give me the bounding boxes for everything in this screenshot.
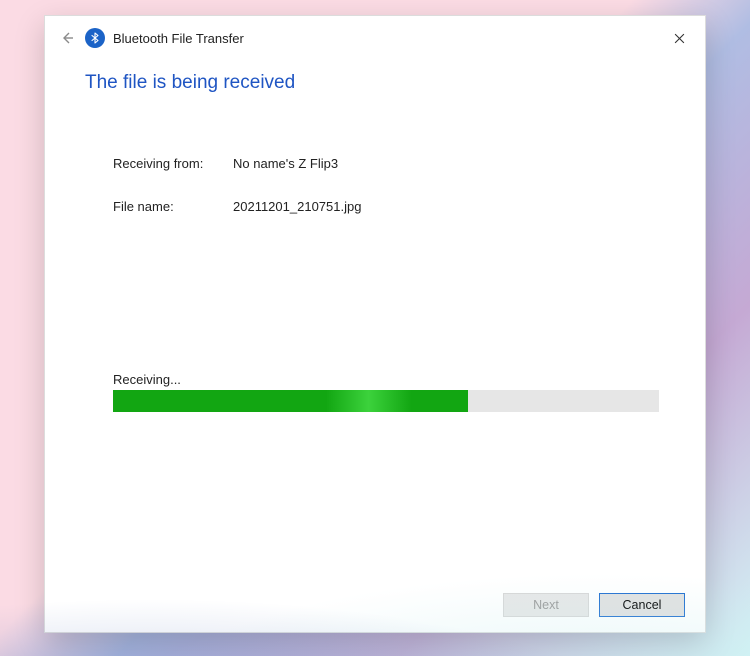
titlebar: Bluetooth File Transfer [45,16,705,60]
file-label: File name: [113,199,233,214]
bluetooth-icon [85,28,105,48]
close-icon [674,33,685,44]
cancel-button[interactable]: Cancel [599,593,685,617]
bluetooth-file-transfer-window: Bluetooth File Transfer The file is bein… [44,15,706,633]
file-value: 20211201_210751.jpg [233,199,361,214]
transfer-details: Receiving from: No name's Z Flip3 File n… [113,156,665,242]
progress-fill [113,390,468,412]
window-title: Bluetooth File Transfer [113,31,244,46]
close-button[interactable] [661,24,697,52]
from-value: No name's Z Flip3 [233,156,338,171]
from-label: Receiving from: [113,156,233,171]
progress-bar [113,390,659,412]
progress-label: Receiving... [113,372,659,387]
next-button: Next [503,593,589,617]
page-heading: The file is being received [85,72,665,94]
dialog-footer: Next Cancel [45,578,705,632]
back-button[interactable] [53,24,81,52]
back-arrow-icon [59,30,75,46]
